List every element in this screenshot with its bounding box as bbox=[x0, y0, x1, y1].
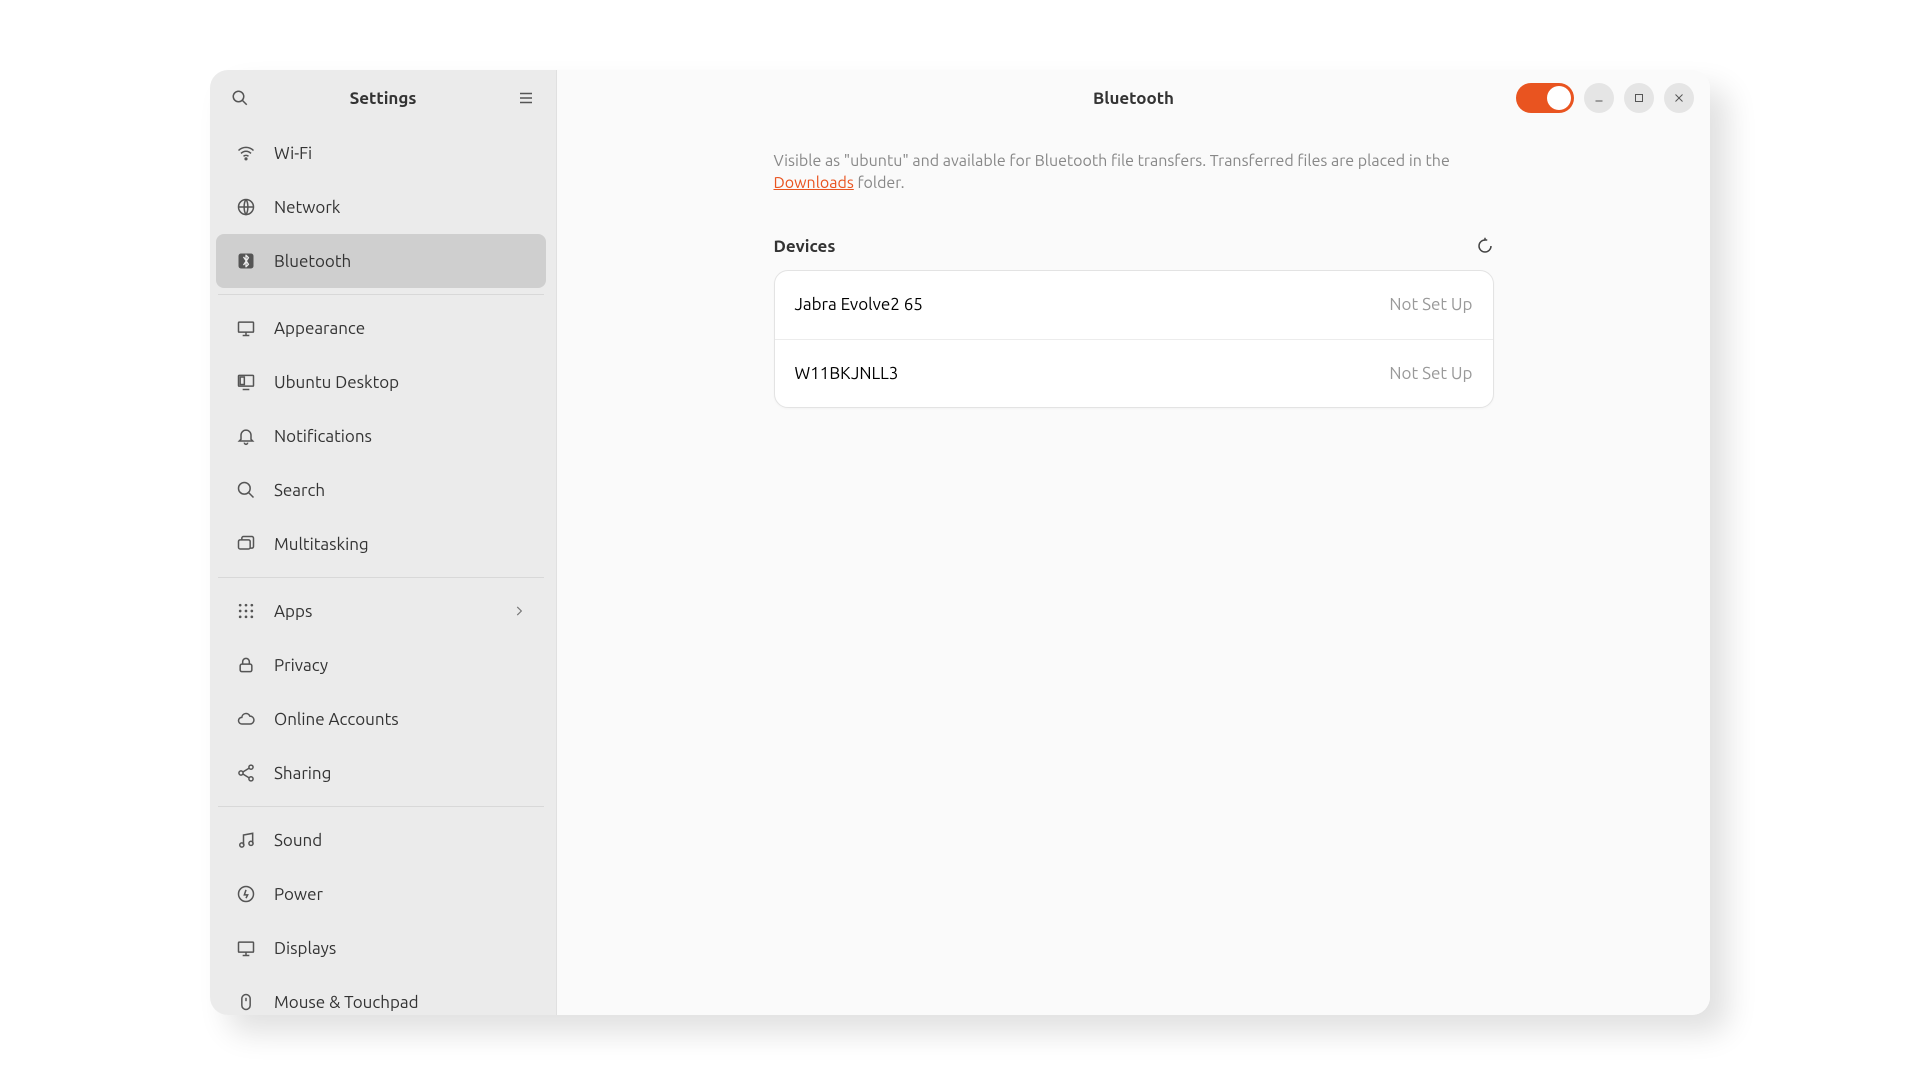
maximize-button[interactable] bbox=[1624, 83, 1654, 113]
content-inner: Visible as "ubuntu" and available for Bl… bbox=[774, 150, 1494, 408]
sidebar-item-label: Appearance bbox=[274, 319, 365, 338]
chevron-right-icon bbox=[512, 604, 526, 618]
sidebar-item-label: Bluetooth bbox=[274, 252, 351, 271]
sidebar: Settings Wi-Fi Network bbox=[210, 70, 557, 1015]
sidebar-title: Settings bbox=[256, 89, 510, 108]
sidebar-item-label: Online Accounts bbox=[274, 710, 399, 729]
sidebar-item-sound[interactable]: Sound bbox=[216, 813, 546, 867]
divider bbox=[218, 806, 544, 807]
main-body: Visible as "ubuntu" and available for Bl… bbox=[557, 126, 1710, 1015]
refresh-icon bbox=[1476, 237, 1494, 255]
mouse-icon bbox=[236, 992, 256, 1012]
settings-window: Settings Wi-Fi Network bbox=[210, 70, 1710, 1015]
sidebar-item-apps[interactable]: Apps bbox=[216, 584, 546, 638]
devices-header: Devices bbox=[774, 237, 1494, 256]
hamburger-button[interactable] bbox=[510, 82, 542, 114]
apps-icon bbox=[236, 601, 256, 621]
close-button[interactable] bbox=[1664, 83, 1694, 113]
display-icon bbox=[236, 938, 256, 958]
refresh-button[interactable] bbox=[1476, 237, 1494, 255]
bluetooth-description: Visible as "ubuntu" and available for Bl… bbox=[774, 150, 1494, 195]
device-row[interactable]: Jabra Evolve2 65 Not Set Up bbox=[775, 271, 1493, 339]
sidebar-item-displays[interactable]: Displays bbox=[216, 921, 546, 975]
divider bbox=[218, 294, 544, 295]
divider bbox=[218, 577, 544, 578]
sidebar-item-search[interactable]: Search bbox=[216, 463, 546, 517]
bluetooth-toggle[interactable] bbox=[1516, 83, 1574, 113]
sidebar-item-label: Wi-Fi bbox=[274, 144, 312, 163]
sidebar-item-wifi[interactable]: Wi-Fi bbox=[216, 126, 546, 180]
hamburger-icon bbox=[517, 89, 535, 107]
multitasking-icon bbox=[236, 534, 256, 554]
sidebar-item-online-accounts[interactable]: Online Accounts bbox=[216, 692, 546, 746]
sidebar-item-mouse-touchpad[interactable]: Mouse & Touchpad bbox=[216, 975, 546, 1015]
device-status: Not Set Up bbox=[1389, 295, 1472, 314]
sidebar-item-bluetooth[interactable]: Bluetooth bbox=[216, 234, 546, 288]
device-list: Jabra Evolve2 65 Not Set Up W11BKJNLL3 N… bbox=[774, 270, 1494, 408]
sidebar-item-label: Multitasking bbox=[274, 535, 369, 554]
header-controls bbox=[1516, 83, 1694, 113]
search-icon bbox=[236, 480, 256, 500]
minimize-button[interactable] bbox=[1584, 83, 1614, 113]
minimize-icon bbox=[1593, 92, 1605, 104]
sidebar-item-label: Sound bbox=[274, 831, 322, 850]
maximize-icon bbox=[1633, 92, 1645, 104]
downloads-link[interactable]: Downloads bbox=[774, 174, 854, 192]
search-button[interactable] bbox=[224, 82, 256, 114]
sidebar-item-network[interactable]: Network bbox=[216, 180, 546, 234]
sidebar-item-notifications[interactable]: Notifications bbox=[216, 409, 546, 463]
sidebar-item-ubuntu-desktop[interactable]: Ubuntu Desktop bbox=[216, 355, 546, 409]
main-header: Bluetooth bbox=[557, 70, 1710, 126]
lock-icon bbox=[236, 655, 256, 675]
device-name: Jabra Evolve2 65 bbox=[795, 295, 923, 314]
sidebar-item-label: Apps bbox=[274, 602, 312, 621]
sidebar-item-label: Privacy bbox=[274, 656, 328, 675]
appearance-icon bbox=[236, 318, 256, 338]
sidebar-item-multitasking[interactable]: Multitasking bbox=[216, 517, 546, 571]
search-icon bbox=[231, 89, 249, 107]
bluetooth-icon bbox=[236, 251, 256, 271]
sidebar-item-appearance[interactable]: Appearance bbox=[216, 301, 546, 355]
sidebar-item-label: Displays bbox=[274, 939, 336, 958]
page-title: Bluetooth bbox=[1093, 89, 1174, 108]
device-row[interactable]: W11BKJNLL3 Not Set Up bbox=[775, 339, 1493, 407]
music-icon bbox=[236, 830, 256, 850]
sidebar-item-label: Mouse & Touchpad bbox=[274, 993, 419, 1012]
wifi-icon bbox=[236, 143, 256, 163]
sidebar-item-label: Sharing bbox=[274, 764, 331, 783]
sidebar-item-label: Ubuntu Desktop bbox=[274, 373, 399, 392]
desktop-icon bbox=[236, 372, 256, 392]
network-icon bbox=[236, 197, 256, 217]
toggle-knob bbox=[1547, 86, 1571, 110]
cloud-icon bbox=[236, 709, 256, 729]
close-icon bbox=[1673, 92, 1685, 104]
devices-title: Devices bbox=[774, 237, 836, 256]
sidebar-item-label: Search bbox=[274, 481, 325, 500]
sidebar-list[interactable]: Wi-Fi Network Bluetooth App bbox=[210, 126, 556, 1015]
sidebar-item-label: Notifications bbox=[274, 427, 372, 446]
sidebar-header: Settings bbox=[210, 70, 556, 126]
share-icon bbox=[236, 763, 256, 783]
sidebar-item-label: Power bbox=[274, 885, 323, 904]
device-name: W11BKJNLL3 bbox=[795, 364, 899, 383]
bell-icon bbox=[236, 426, 256, 446]
main-panel: Bluetooth Visible as "ubuntu" and bbox=[557, 70, 1710, 1015]
sidebar-item-power[interactable]: Power bbox=[216, 867, 546, 921]
sidebar-item-label: Network bbox=[274, 198, 340, 217]
sidebar-item-privacy[interactable]: Privacy bbox=[216, 638, 546, 692]
power-icon bbox=[236, 884, 256, 904]
sidebar-item-sharing[interactable]: Sharing bbox=[216, 746, 546, 800]
device-status: Not Set Up bbox=[1389, 364, 1472, 383]
